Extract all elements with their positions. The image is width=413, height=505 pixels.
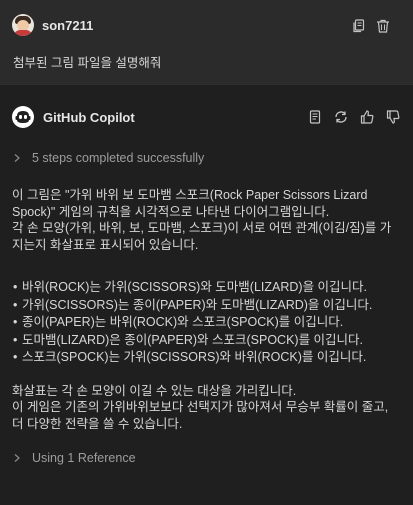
rules-list: 바위(ROCK)는 가위(SCISSORS)와 도마뱀(LIZARD)을 이깁니… <box>12 279 401 367</box>
list-item: 종이(PAPER)는 바위(ROCK)와 스포크(SPOCK)를 이깁니다. <box>12 314 401 332</box>
thumbs-up-icon[interactable] <box>359 109 375 125</box>
user-header: son7211 <box>12 14 401 36</box>
trash-icon[interactable] <box>375 18 391 34</box>
list-item: 스포크(SPOCK)는 가위(SCISSORS)와 바위(ROCK)를 이깁니다… <box>12 349 401 367</box>
user-avatar <box>12 14 34 36</box>
user-message-text: 첨부된 그림 파일을 설명해줘 <box>13 56 162 70</box>
list-item: 도마뱀(LIZARD)은 종이(PAPER)와 스포크(SPOCK)를 이깁니다… <box>12 332 401 350</box>
list-item: 가위(SCISSORS)는 종이(PAPER)와 도마뱀(LIZARD)을 이깁… <box>12 297 401 315</box>
chat-panel: son7211 첨부된 그림 파일을 설명해줘 GitHub Copilot 5… <box>0 0 413 505</box>
steps-disclosure[interactable]: 5 steps completed successfully <box>12 147 401 169</box>
list-item: 바위(ROCK)는 가위(SCISSORS)와 도마뱀(LIZARD)을 이깁니… <box>12 279 401 297</box>
user-name: son7211 <box>42 17 94 33</box>
bot-actions <box>307 109 401 125</box>
chevron-right-icon <box>12 453 32 463</box>
refresh-icon[interactable] <box>333 109 349 125</box>
bot-name: GitHub Copilot <box>43 109 135 125</box>
summary-line-1: 화살표는 각 손 모양이 이길 수 있는 대상을 가리킵니다. <box>12 383 297 398</box>
summary: 화살표는 각 손 모양이 이길 수 있는 대상을 가리킵니다. 이 게임은 기존… <box>12 383 401 433</box>
bot-message-block: GitHub Copilot 5 steps completed success… <box>0 95 413 469</box>
copy-icon[interactable] <box>351 18 367 34</box>
insert-icon[interactable] <box>307 109 323 125</box>
intro-paragraph-1: 이 그림은 "가위 바위 보 도마뱀 스포크(Rock Paper Scisso… <box>12 188 368 219</box>
thumbs-down-icon[interactable] <box>385 109 401 125</box>
bot-response: 이 그림은 "가위 바위 보 도마뱀 스포크(Rock Paper Scisso… <box>12 187 401 432</box>
copilot-icon <box>12 106 34 128</box>
intro-paragraph-2: 각 손 모양(가위, 바위, 보, 도마뱀, 스포크)이 서로 어떤 관계(이김… <box>12 221 392 252</box>
user-message-block: son7211 첨부된 그림 파일을 설명해줘 <box>0 0 413 84</box>
references-disclosure[interactable]: Using 1 Reference <box>12 447 401 469</box>
divider <box>0 84 413 85</box>
summary-line-2: 이 게임은 기존의 가위바위보보다 선택지가 많아져서 무승부 확률이 줄고, … <box>12 400 389 431</box>
chevron-right-icon <box>12 153 32 163</box>
bot-header: GitHub Copilot <box>12 95 401 139</box>
steps-label: 5 steps completed successfully <box>32 151 205 165</box>
references-label: Using 1 Reference <box>32 451 136 465</box>
